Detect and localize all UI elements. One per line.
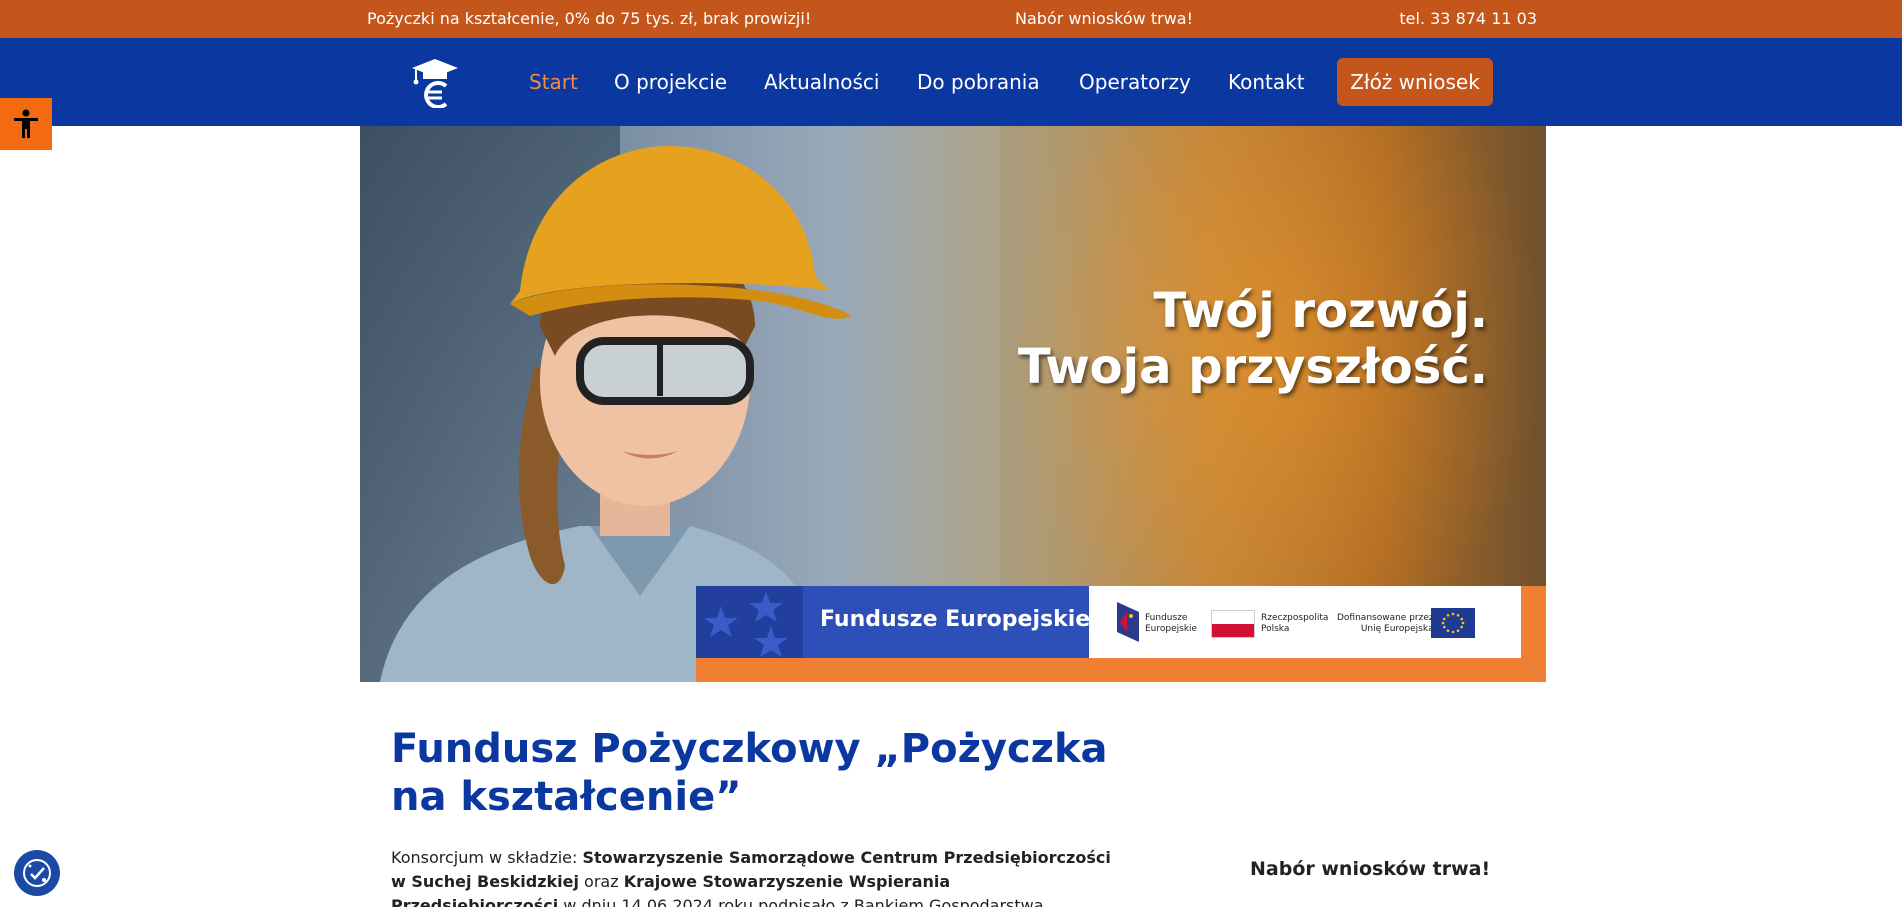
cookie-settings-icon [23,859,51,887]
accessibility-person-icon [14,109,38,138]
intro-prefix: Konsorcjum w składzie: [391,848,583,867]
fundusze-europejskie-logo-icon [1117,602,1139,642]
promo-text: Pożyczki na kształcenie, 0% do 75 tys. z… [367,9,812,28]
eu-flag-icon [1431,608,1475,638]
nav-item-start[interactable]: Start [529,70,578,94]
eu-funds-banner: Fundusze Europejskie [696,586,1091,658]
graduation-cap-euro-icon [412,59,458,109]
eu-funds-label: Fundusze Europejskie [820,607,1091,632]
polish-flag-icon [1211,610,1255,638]
fe-logo-text: Fundusze Europejskie [1145,613,1198,634]
eu-stars-graphic [696,586,803,658]
nav-item-kontakt[interactable]: Kontakt [1228,70,1305,94]
rp-logo-text: Rzeczpospolita Polska [1261,613,1329,634]
cookie-settings-button[interactable] [14,850,60,896]
nav-item-o-projekcie[interactable]: O projekcie [614,70,727,94]
hero-headline-line1: Twój rozwój. [1153,283,1488,339]
nav-item-operatorzy[interactable]: Operatorzy [1079,70,1191,94]
site-logo[interactable] [410,56,460,109]
hero-headline: Twój rozwój. Twoja przyszłość. [1018,283,1488,395]
phone-link[interactable]: tel. 33 874 11 03 [1399,9,1537,28]
nav-item-do-pobrania[interactable]: Do pobrania [917,70,1040,94]
intro-paragraph: Konsorcjum w składzie: Stowarzyszenie Sa… [391,846,1111,907]
top-promo-bar: Pożyczki na kształcenie, 0% do 75 tys. z… [0,0,1902,38]
recruitment-status-text: Nabór wniosków trwa! [1015,9,1193,28]
eu-cofinanced-text: Dofinansowane przez Unię Europejską [1337,613,1434,634]
page-title: Fundusz Pożyczkowy „Pożyczka na kształce… [391,726,1108,820]
submit-application-button[interactable]: Złóż wniosek [1337,58,1493,106]
intro-conjunction: oraz [578,872,624,891]
hero-banner: Twój rozwój. Twoja przyszłość. Fundusze … [360,126,1546,682]
accessibility-toggle-button[interactable] [0,98,52,150]
sidebar-recruitment-heading: Nabór wniosków trwa! [1250,858,1491,880]
nav-item-aktualnosci[interactable]: Aktualności [764,70,879,94]
eu-logos-panel: Fundusze Europejskie Rzeczpospolita Pols… [1089,586,1521,658]
hero-headline-line2: Twoja przyszłość. [1017,339,1488,395]
